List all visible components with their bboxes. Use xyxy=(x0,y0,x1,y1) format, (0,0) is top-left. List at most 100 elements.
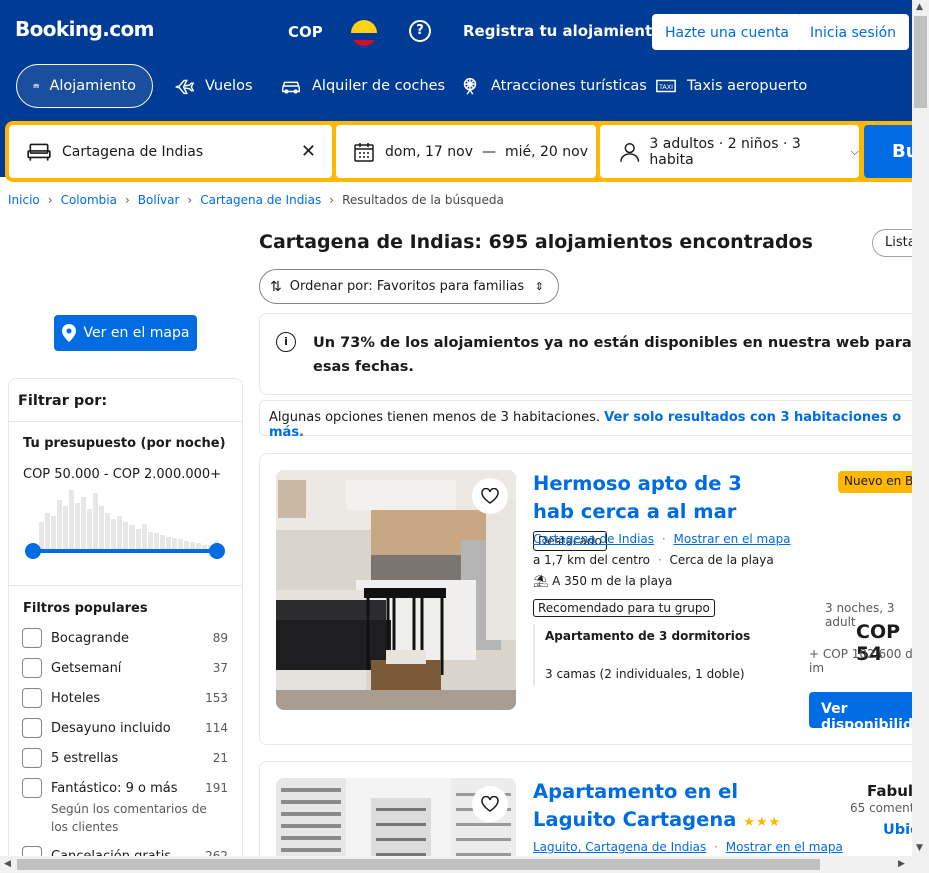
property-distance: a 1,7 km del centro · Cerca de la playa xyxy=(533,553,774,567)
filter-count: 21 xyxy=(212,751,228,765)
checkbox[interactable] xyxy=(22,778,42,798)
scroll-down-icon[interactable]: ▼ xyxy=(916,843,923,853)
svg-text:TAXI: TAXI xyxy=(658,83,673,91)
signin-button[interactable]: Inicia sesión xyxy=(797,14,910,50)
dates-field[interactable]: dom, 17 nov — mié, 20 nov xyxy=(336,125,596,178)
checkbox[interactable] xyxy=(22,688,42,708)
clear-icon[interactable]: ✕ xyxy=(301,141,316,162)
breadcrumb-country[interactable]: Colombia xyxy=(61,193,117,207)
tab-label: Alojamiento xyxy=(49,78,136,94)
tab-label: Atracciones turísticas xyxy=(491,78,647,94)
beach-distance-text: A 350 m de la playa xyxy=(552,574,673,588)
destination-field[interactable]: Cartagena de Indias ✕ xyxy=(9,125,332,178)
tab-accommodation[interactable]: Alojamiento xyxy=(16,64,153,108)
breadcrumb-region[interactable]: Bolívar xyxy=(138,193,180,207)
help-icon[interactable]: ? xyxy=(409,20,431,42)
see-availability-button[interactable]: Ver disponibilid xyxy=(809,692,929,733)
scroll-right-icon[interactable]: ▶ xyxy=(898,859,905,869)
tab-flights[interactable]: Vuelos xyxy=(157,64,269,108)
guests-field[interactable]: 3 adultos · 2 niños · 3 habita ⌵ xyxy=(600,125,859,178)
calendar-icon xyxy=(354,142,374,162)
breadcrumb-home[interactable]: Inicio xyxy=(8,193,40,207)
price-histogram xyxy=(39,487,219,551)
checkbox[interactable] xyxy=(22,658,42,678)
map-button-label: Ver en el mapa xyxy=(83,325,190,341)
budget-range: COP 50.000 - COP 2.000.000+ xyxy=(23,467,222,482)
taxes-fees: + COP 102.600 de im xyxy=(809,647,921,675)
dot-separator: · xyxy=(714,840,718,854)
booking-logo[interactable]: Booking.com xyxy=(15,17,154,41)
distance-text: a 1,7 km del centro xyxy=(533,553,650,567)
chevron-updown-icon: ⇕ xyxy=(534,280,544,293)
car-icon xyxy=(282,81,300,94)
filter-option[interactable]: Fantástico: 9 o más 191 xyxy=(22,777,228,799)
property-title-text[interactable]: Apartamento en el Laguito Cartagena xyxy=(533,780,738,831)
price-slider-track[interactable] xyxy=(33,549,218,553)
property-title[interactable]: Apartamento en el Laguito Cartagena ★★★ xyxy=(533,778,803,837)
person-icon xyxy=(620,142,640,162)
checkbox[interactable] xyxy=(22,718,42,738)
vertical-scrollbar[interactable]: ▲ ▼ xyxy=(912,0,929,873)
tab-label: Taxis aeropuerto xyxy=(687,78,808,94)
filter-label: Hoteles xyxy=(51,690,101,706)
scroll-up-icon[interactable]: ▲ xyxy=(916,2,923,12)
sort-arrows-icon: ⇅ xyxy=(270,278,282,295)
filter-option[interactable]: Hoteles 153 xyxy=(22,687,228,709)
checkbox[interactable] xyxy=(22,628,42,648)
currency-selector[interactable]: COP xyxy=(288,23,323,41)
property-photo[interactable] xyxy=(276,470,516,710)
property-title-text[interactable]: Hermoso apto de 3 hab cerca a al mar xyxy=(533,472,742,523)
location-link[interactable]: Laguito, Cartagena de Indias xyxy=(533,840,706,854)
sort-dropdown[interactable]: ⇅ Ordenar por: Favoritos para familias ⇕ xyxy=(259,269,559,304)
guests-value: 3 adultos · 2 niños · 3 habita xyxy=(649,135,801,168)
destination-value: Cartagena de Indias xyxy=(62,143,204,160)
plane-icon xyxy=(175,79,195,95)
show-on-map-link[interactable]: Mostrar en el mapa xyxy=(674,532,791,546)
colombia-flag-icon[interactable] xyxy=(351,20,377,46)
property-card[interactable]: Hermoso apto de 3 hab cerca a al mar Des… xyxy=(259,453,929,745)
filter-label: Fantástico: 9 o más xyxy=(51,780,178,796)
results-heading: Cartagena de Indias: 695 alojamientos en… xyxy=(259,231,813,253)
location-link[interactable]: Cartagena de Indias xyxy=(533,532,654,546)
filter-count: 191 xyxy=(205,781,228,795)
show-on-map-link[interactable]: Mostrar en el mapa xyxy=(726,840,843,854)
scroll-left-icon[interactable]: ◀ xyxy=(4,859,11,869)
tab-airport-taxis[interactable]: TAXI Taxis aeropuerto xyxy=(639,64,823,108)
horizontal-scrollbar[interactable]: ◀ ▶ xyxy=(0,856,912,873)
rooms-note-text: Algunas opciones tienen menos de 3 habit… xyxy=(269,410,601,425)
price-slider-min-handle[interactable] xyxy=(25,543,41,559)
beds-info: 3 camas (2 individuales, 1 doble) xyxy=(545,667,745,681)
signup-button[interactable]: Hazte una cuenta xyxy=(652,14,802,50)
chevron-down-icon: ⌵ xyxy=(850,144,859,158)
divider xyxy=(9,421,242,422)
filter-option[interactable]: Bocagrande 89 xyxy=(22,627,228,649)
price-slider-max-handle[interactable] xyxy=(209,543,225,559)
filter-count: 89 xyxy=(212,631,228,645)
info-icon: i xyxy=(276,332,296,352)
filter-count: 153 xyxy=(205,691,228,705)
checkout-date: mié, 20 nov xyxy=(504,143,589,160)
filter-option[interactable]: Desayuno incluido 114 xyxy=(22,717,228,739)
tab-attractions[interactable]: Atracciones turísticas xyxy=(443,64,663,108)
filter-option[interactable]: Getsemaní 37 xyxy=(22,657,228,679)
unit-type: Apartamento de 3 dormitorios xyxy=(545,629,751,643)
favorite-heart-icon[interactable] xyxy=(472,786,508,822)
vertical-scroll-thumb[interactable] xyxy=(914,16,927,108)
beach-distance: ⛱ A 350 m de la playa xyxy=(533,574,672,588)
tab-car-rental[interactable]: Alquiler de coches xyxy=(264,64,461,108)
filter-label: Getsemaní xyxy=(51,660,122,676)
favorite-heart-icon[interactable] xyxy=(472,478,508,514)
breadcrumb: Inicio › Colombia › Bolívar › Cartagena … xyxy=(8,193,504,207)
register-property-link[interactable]: Registra tu alojamiento xyxy=(463,22,662,40)
checkbox[interactable] xyxy=(22,748,42,768)
attractions-icon xyxy=(463,77,477,95)
chevron-right-icon: › xyxy=(47,193,53,207)
filter-option[interactable]: 5 estrellas 21 xyxy=(22,747,228,769)
breadcrumb-city[interactable]: Cartagena de Indias xyxy=(200,193,321,207)
filter-label: Desayuno incluido xyxy=(51,720,171,736)
horizontal-scroll-thumb[interactable] xyxy=(17,859,820,870)
alert-text: Un 73% de los alojamientos ya no están d… xyxy=(313,335,912,375)
filter-panel: Filtrar por: Tu presupuesto (por noche) … xyxy=(8,378,243,873)
show-map-button[interactable]: Ver en el mapa xyxy=(54,315,197,351)
filter-title: Filtrar por: xyxy=(18,393,108,409)
